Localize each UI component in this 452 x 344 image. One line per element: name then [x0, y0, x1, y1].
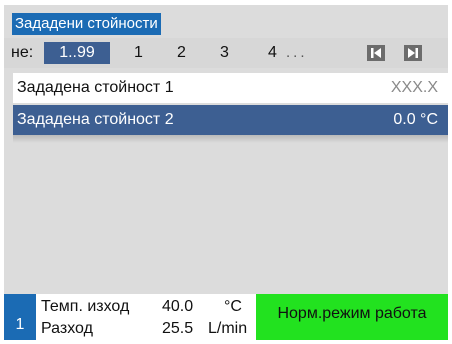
- tab-bar: не: 1..99 1 2 3 4 ...: [4, 38, 448, 68]
- tab-4[interactable]: 4: [268, 42, 277, 64]
- tab-3[interactable]: 3: [220, 42, 229, 64]
- flow-value: 25.5: [162, 320, 194, 337]
- setpoint-label: Зададена стойност 2: [17, 111, 174, 128]
- setpoint-list: Зададена стойност 1 XXX.X Зададена стойн…: [13, 73, 448, 135]
- skip-back-icon: [371, 48, 381, 58]
- skip-forward-icon: [408, 48, 418, 58]
- tab-prefix-label: не:: [11, 44, 34, 61]
- setpoint-value: 0.0 °C: [393, 111, 438, 128]
- operating-mode-badge: Норм.режим работа: [256, 294, 448, 340]
- tab-1[interactable]: 1: [134, 42, 143, 64]
- status-bar: 1 Темп. изход 40.0 °C Разход 25.5 L/min …: [4, 294, 448, 340]
- more-tabs-ellipsis: ...: [286, 44, 308, 61]
- skip-back-button[interactable]: [367, 45, 385, 61]
- temperature-label: Темп. изход: [41, 298, 130, 315]
- setpoint-row-2[interactable]: Зададена стойност 2 0.0 °C: [13, 105, 448, 135]
- tab-2[interactable]: 2: [177, 42, 186, 64]
- tab-range-all[interactable]: 1..99: [44, 42, 110, 64]
- skip-forward-button[interactable]: [404, 45, 422, 61]
- flow-unit: L/min: [208, 320, 248, 337]
- setpoint-row-1[interactable]: Зададена стойност 1 XXX.X: [13, 73, 448, 103]
- temperature-value: 40.0: [162, 298, 194, 315]
- screen: Зададени стойности не: 1..99 1 2 3 4 ...…: [4, 5, 448, 340]
- channel-number: 1: [4, 294, 36, 340]
- setpoint-value: XXX.X: [390, 79, 438, 96]
- page-title: Зададени стойности: [12, 13, 161, 35]
- flow-label: Разход: [41, 320, 93, 337]
- setpoint-label: Зададена стойност 1: [17, 79, 174, 96]
- temperature-unit: °C: [224, 298, 242, 315]
- list-shadow: [13, 135, 448, 143]
